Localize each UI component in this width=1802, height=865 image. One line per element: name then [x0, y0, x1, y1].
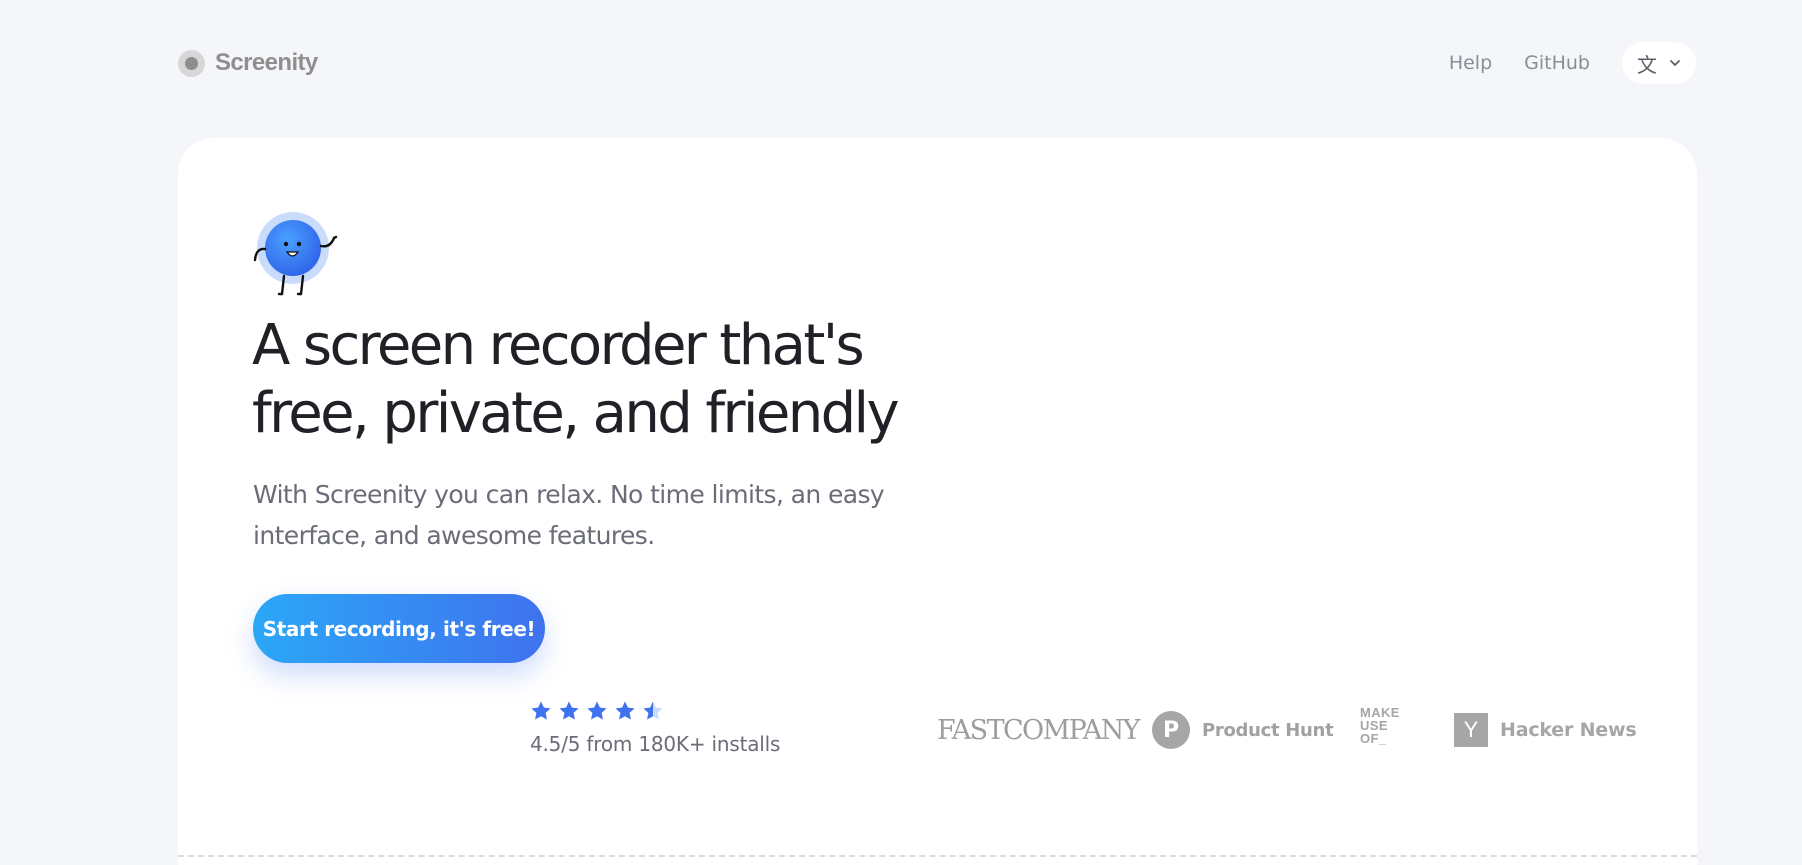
y-combinator-icon: Y	[1454, 713, 1488, 747]
hero-subheading: With Screenity you can relax. No time li…	[253, 480, 885, 550]
star-full-icon	[587, 701, 607, 720]
fast-company-logo: FASTCOMPANY	[937, 706, 1140, 754]
headline-line-1: A screen recorder that's	[252, 313, 865, 378]
language-selector[interactable]: 文	[1622, 42, 1696, 84]
product-hunt-logo: P Product Hunt	[1152, 706, 1334, 754]
hero-headline: A screen recorder that's free, private, …	[252, 312, 972, 448]
rating-text: 4.5/5 from 180K+ installs	[530, 732, 781, 756]
brand-name: Screenity	[215, 49, 318, 76]
mascot-illustration	[253, 212, 338, 296]
star-half-icon	[643, 701, 663, 720]
nav-links: Help GitHub 文	[1417, 42, 1696, 84]
section-divider	[178, 855, 1697, 857]
brand-logo[interactable]: Screenity	[178, 49, 318, 77]
star-full-icon	[615, 701, 635, 720]
github-link[interactable]: GitHub	[1524, 52, 1590, 74]
star-full-icon	[559, 701, 579, 720]
hacker-news-wordmark: Hacker News	[1500, 719, 1637, 741]
translate-icon: 文	[1637, 52, 1657, 77]
record-dot-icon	[178, 49, 205, 77]
rating-stars	[530, 700, 664, 722]
fast-company-wordmark: FASTCOMPANY	[937, 714, 1140, 746]
hacker-news-logo: Y Hacker News	[1454, 706, 1637, 754]
headline-line-2: free, private, and friendly	[252, 381, 900, 446]
product-hunt-wordmark: Product Hunt	[1202, 719, 1334, 741]
makeuseof-line-3: OF_	[1360, 731, 1387, 746]
help-link[interactable]: Help	[1449, 52, 1492, 74]
star-full-icon	[531, 701, 551, 720]
makeuseof-logo: MAKE USE OF_	[1360, 706, 1414, 754]
start-recording-button[interactable]: Start recording, it's free!	[253, 594, 545, 663]
top-nav: Screenity Help GitHub 文	[178, 38, 1696, 88]
product-hunt-icon: P	[1152, 711, 1190, 749]
chevron-down-icon	[1670, 60, 1680, 66]
